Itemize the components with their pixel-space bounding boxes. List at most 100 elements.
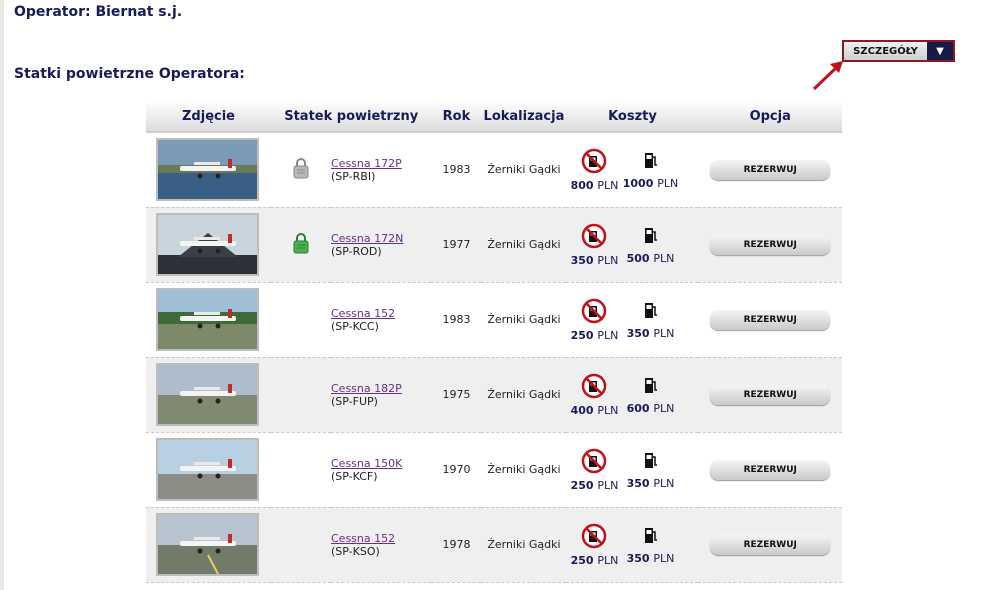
reserve-button[interactable]: REZERWUJ	[710, 384, 831, 405]
col-location: Lokalizacja	[481, 101, 567, 133]
currency-label: PLN	[653, 476, 675, 490]
photo-cell	[146, 432, 271, 507]
aircraft-link[interactable]: Cessna 150K	[331, 457, 402, 470]
aircraft-registration: (SP-KCF)	[331, 469, 378, 483]
aircraft-registration: (SP-FUP)	[331, 394, 378, 408]
cost-dry-value: 400	[570, 403, 594, 417]
cost-wet-value: 1000	[622, 176, 654, 190]
reserve-button[interactable]: REZERWUJ	[710, 459, 831, 480]
red-arrow-icon	[812, 61, 843, 91]
cost-wet: 600 PLN	[622, 375, 678, 415]
aircraft-name-cell: Cessna 172N (SP-ROD)	[331, 207, 431, 282]
aircraft-photo[interactable]	[156, 363, 259, 426]
col-option: Opcja	[698, 101, 842, 133]
lock-cell	[271, 207, 331, 282]
details-dropdown-button[interactable]: SZCZEGÓŁY ▼	[842, 40, 955, 62]
no-fuel-icon	[581, 223, 607, 252]
aircraft-table: Zdjęcie Statek powietrzny Rok Lokalizacj…	[146, 101, 842, 583]
no-fuel-icon	[581, 298, 607, 327]
reserve-button[interactable]: REZERWUJ	[710, 234, 831, 255]
aircraft-link[interactable]: Cessna 172N	[331, 232, 403, 245]
currency-label: PLN	[657, 176, 679, 190]
option-cell: REZERWUJ	[698, 507, 842, 582]
cost-wet: 1000 PLN	[622, 150, 678, 190]
aircraft-registration: (SP-KSO)	[331, 544, 380, 558]
aircraft-name-cell: Cessna 152 (SP-KSO)	[331, 507, 431, 582]
currency-label: PLN	[653, 551, 675, 565]
cost-dry: 350 PLN	[566, 223, 622, 267]
fuel-pump-icon	[642, 152, 658, 175]
costs-cell: 250 PLN 350 PLN	[566, 432, 698, 507]
location-cell: Żerniki Gądki	[487, 313, 561, 326]
reserve-button[interactable]: REZERWUJ	[710, 309, 831, 330]
year-cell: 1978	[442, 538, 471, 551]
reserve-button[interactable]: REZERWUJ	[710, 159, 831, 180]
lock-cell	[271, 507, 331, 582]
aircraft-registration: (SP-ROD)	[331, 244, 382, 258]
col-aircraft: Statek powietrzny	[271, 101, 432, 133]
costs-cell: 250 PLN 350 PLN	[566, 507, 698, 582]
aircraft-photo[interactable]	[156, 213, 259, 276]
lock-icon	[293, 233, 309, 257]
lock-cell	[271, 357, 331, 432]
aircraft-photo[interactable]	[156, 288, 259, 351]
aircraft-link[interactable]: Cessna 172P	[331, 157, 402, 170]
year-cell: 1983	[442, 163, 471, 177]
aircraft-name-cell: Cessna 152 (SP-KCC)	[331, 282, 431, 357]
section-title: Statki powietrzne Operatora:	[14, 66, 245, 82]
photo-cell	[146, 132, 271, 207]
option-cell: REZERWUJ	[698, 282, 842, 357]
location-cell: Żerniki Gądki	[487, 538, 561, 551]
col-year: Rok	[431, 101, 482, 133]
cost-wet: 500 PLN	[622, 225, 678, 265]
table-row: Cessna 182P (SP-FUP) 1975 Żerniki Gądki 400 …	[146, 357, 842, 432]
costs-cell: 250 PLN 350 PLN	[566, 282, 698, 357]
no-fuel-icon	[581, 373, 607, 402]
costs-cell: 800 PLN 1000 PLN	[566, 132, 698, 207]
costs-cell: 350 PLN 500 PLN	[566, 207, 698, 282]
lock-icon	[293, 158, 309, 182]
table-row: Cessna 152 (SP-KCC) 1983 Żerniki Gądki 250 P…	[146, 282, 842, 357]
photo-cell	[146, 357, 271, 432]
fuel-pump-icon	[642, 452, 658, 475]
cost-dry: 250 PLN	[566, 523, 622, 567]
aircraft-photo[interactable]	[156, 513, 259, 576]
year-cell: 1977	[442, 238, 471, 251]
left-border	[0, 0, 4, 590]
cost-dry-value: 250	[570, 553, 594, 567]
currency-label: PLN	[597, 553, 619, 567]
cost-dry: 400 PLN	[566, 373, 622, 417]
no-fuel-icon	[581, 523, 607, 552]
aircraft-name-cell: Cessna 172P (SP-RBI)	[331, 132, 431, 207]
cost-dry: 250 PLN	[566, 448, 622, 492]
fuel-pump-icon	[642, 377, 658, 400]
currency-label: PLN	[597, 253, 619, 267]
photo-cell	[146, 507, 271, 582]
aircraft-link[interactable]: Cessna 152	[331, 307, 395, 320]
aircraft-link[interactable]: Cessna 152	[331, 532, 395, 545]
aircraft-link[interactable]: Cessna 182P	[331, 382, 402, 395]
table-header-row: Zdjęcie Statek powietrzny Rok Lokalizacj…	[146, 101, 842, 133]
currency-label: PLN	[653, 401, 675, 415]
currency-label: PLN	[597, 328, 619, 342]
cost-wet-value: 350	[626, 326, 650, 340]
fuel-pump-icon	[642, 227, 658, 250]
location-cell: Żerniki Gądki	[487, 388, 561, 401]
cost-wet-value: 600	[626, 401, 650, 415]
currency-label: PLN	[597, 478, 619, 492]
option-cell: REZERWUJ	[698, 357, 842, 432]
aircraft-photo[interactable]	[156, 438, 259, 501]
currency-label: PLN	[597, 403, 619, 417]
chevron-down-icon: ▼	[927, 42, 953, 60]
cost-dry: 250 PLN	[566, 298, 622, 342]
location-cell: Żerniki Gądki	[487, 238, 561, 251]
costs-cell: 400 PLN 600 PLN	[566, 357, 698, 432]
details-label: SZCZEGÓŁY	[844, 42, 927, 60]
aircraft-photo[interactable]	[156, 138, 259, 202]
table-row: Cessna 150K (SP-KCF) 1970 Żerniki Gądki 250 …	[146, 432, 842, 507]
reserve-button[interactable]: REZERWUJ	[710, 534, 831, 555]
no-fuel-icon	[581, 448, 607, 477]
lock-cell	[271, 132, 331, 207]
aircraft-name-cell: Cessna 150K (SP-KCF)	[331, 432, 431, 507]
lock-cell	[271, 282, 331, 357]
